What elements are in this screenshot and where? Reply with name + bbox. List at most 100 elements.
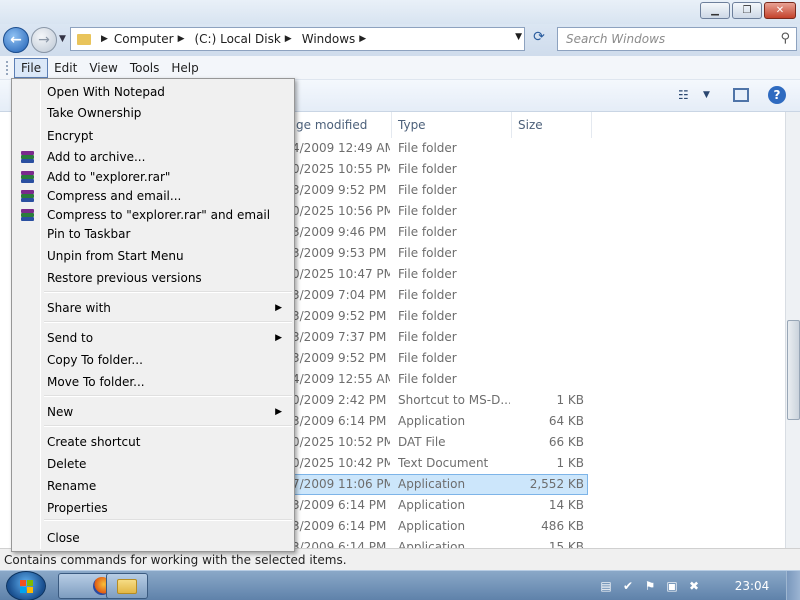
cell-type: Application bbox=[398, 414, 466, 428]
chevron-right-icon[interactable]: ▶ bbox=[101, 34, 108, 44]
column-size[interactable]: Size bbox=[512, 112, 592, 138]
back-button[interactable]: ← bbox=[3, 27, 29, 53]
toolbar-grip[interactable] bbox=[6, 60, 10, 75]
menu-help[interactable]: Help bbox=[165, 59, 204, 77]
search-input[interactable]: Search Windows bbox=[566, 32, 665, 46]
column-type[interactable]: Type bbox=[392, 112, 512, 138]
menu-item-pin-to-taskbar[interactable]: Pin to Taskbar bbox=[14, 224, 292, 245]
breadcrumb-label: Windows bbox=[301, 32, 356, 46]
change-view-icon[interactable]: ☷ bbox=[678, 88, 689, 102]
chevron-right-icon[interactable]: ▶ bbox=[359, 34, 366, 44]
menu-item-take-ownership[interactable]: Take Ownership bbox=[14, 103, 292, 124]
search-box[interactable]: Search Windows ⚲ bbox=[557, 27, 797, 51]
menu-item-create-shortcut[interactable]: Create shortcut bbox=[14, 432, 292, 453]
menu-separator bbox=[44, 395, 292, 397]
menu-item-restore-previous-versions[interactable]: Restore previous versions bbox=[14, 268, 292, 289]
menu-edit[interactable]: Edit bbox=[48, 59, 83, 77]
breadcrumb-computer[interactable]: Computer ▶ bbox=[114, 32, 195, 46]
recent-pages-dropdown[interactable]: ▼ bbox=[59, 34, 66, 44]
menu-item-label: Close bbox=[47, 531, 80, 545]
menu-item-close[interactable]: Close bbox=[14, 528, 292, 549]
menu-item-label: Add to "explorer.rar" bbox=[47, 170, 171, 184]
cell-type: Application bbox=[398, 519, 466, 533]
chevron-right-icon[interactable]: ▶ bbox=[178, 34, 185, 44]
menu-item-send-to[interactable]: Send to ▶ bbox=[14, 328, 292, 349]
view-options-dropdown[interactable]: ▼ bbox=[703, 90, 710, 100]
cell-date-modified: 4/2009 12:55 AM bbox=[292, 372, 390, 386]
menu-tools[interactable]: Tools bbox=[124, 59, 166, 77]
search-icon[interactable]: ⚲ bbox=[780, 31, 790, 46]
close-button[interactable]: ✕ bbox=[764, 2, 796, 19]
submenu-arrow-icon: ▶ bbox=[275, 303, 282, 313]
cell-date-modified: 3/2009 7:04 PM bbox=[292, 288, 387, 302]
scrollbar-thumb[interactable] bbox=[787, 320, 800, 420]
cell-size: 1 KB bbox=[556, 456, 584, 470]
network-icon[interactable]: ▣ bbox=[664, 578, 680, 594]
address-dropdown-icon[interactable]: ▼ bbox=[515, 32, 522, 42]
cell-size: 486 KB bbox=[541, 519, 584, 533]
menu-item-share-with[interactable]: Share with ▶ bbox=[14, 298, 292, 319]
help-icon[interactable]: ? bbox=[768, 86, 786, 104]
show-desktop-button[interactable] bbox=[786, 571, 800, 600]
cell-size: 1 KB bbox=[556, 393, 584, 407]
menu-item-label: Move To folder... bbox=[47, 375, 145, 389]
menu-item-add-to-explorer-rar[interactable]: Add to "explorer.rar" bbox=[14, 167, 292, 188]
menu-item-compress-to-explorer-rar-and-email[interactable]: Compress to "explorer.rar" and email bbox=[14, 205, 292, 226]
system-tray: ▤ ✔ ⚑ ▣ ✖ bbox=[598, 578, 702, 594]
breadcrumb-windows[interactable]: Windows ▶ bbox=[302, 32, 377, 46]
menu-item-label: Properties bbox=[47, 501, 108, 515]
menu-item-encrypt[interactable]: Encrypt bbox=[14, 126, 292, 147]
vertical-scrollbar[interactable] bbox=[785, 112, 800, 548]
cell-type: File folder bbox=[398, 267, 457, 281]
submenu-arrow-icon: ▶ bbox=[275, 333, 282, 343]
cell-size bbox=[512, 159, 584, 180]
cell-type: File folder bbox=[398, 246, 457, 260]
menu-item-label: Encrypt bbox=[47, 129, 94, 143]
cell-size: 64 KB bbox=[548, 414, 584, 428]
menu-item-delete[interactable]: Delete bbox=[14, 454, 292, 475]
winrar-icon bbox=[20, 189, 35, 204]
cell-date-modified: 3/2009 6:14 PM bbox=[292, 540, 387, 548]
clock[interactable]: 23:04 bbox=[732, 571, 772, 600]
flag-icon[interactable]: ⚑ bbox=[642, 578, 658, 594]
menu-item-add-to-archive[interactable]: Add to archive... bbox=[14, 147, 292, 168]
menu-separator bbox=[44, 425, 292, 427]
cell-type: File folder bbox=[398, 330, 457, 344]
document-icon[interactable]: ▤ bbox=[598, 578, 614, 594]
cell-date-modified: 3/2009 6:14 PM bbox=[292, 519, 387, 533]
menu-item-label: Copy To folder... bbox=[47, 353, 143, 367]
menu-item-move-to-folder[interactable]: Move To folder... bbox=[14, 372, 292, 393]
menu-item-label: Delete bbox=[47, 457, 87, 471]
menu-item-open-with-notepad[interactable]: Open With Notepad bbox=[14, 82, 292, 103]
cell-type: DAT File bbox=[398, 435, 446, 449]
menu-view[interactable]: View bbox=[83, 59, 123, 77]
menu-item-label: Compress and email... bbox=[47, 189, 182, 203]
taskbar-explorer[interactable] bbox=[106, 573, 148, 599]
preview-pane-icon[interactable] bbox=[733, 88, 749, 102]
cell-type: File folder bbox=[398, 225, 457, 239]
menu-item-properties[interactable]: Properties bbox=[14, 498, 292, 519]
refresh-icon[interactable]: ⟳ bbox=[528, 29, 550, 49]
menu-item-copy-to-folder[interactable]: Copy To folder... bbox=[14, 350, 292, 371]
menu-item-unpin-from-start-menu[interactable]: Unpin from Start Menu bbox=[14, 246, 292, 267]
minimize-button[interactable]: ▁ bbox=[700, 2, 730, 19]
address-bar[interactable]: ▶ Computer ▶ (C:) Local Disk ▶ Windows ▶ ▼ bbox=[70, 27, 525, 51]
chevron-right-icon[interactable]: ▶ bbox=[285, 34, 292, 44]
title-bar: ▁ ❐ ✕ bbox=[0, 0, 800, 24]
column-date-modified[interactable]: ge modified bbox=[290, 112, 392, 138]
cell-date-modified: 3/2009 9:52 PM bbox=[292, 351, 387, 365]
volume-muted-icon[interactable]: ✖ bbox=[686, 578, 702, 594]
cell-date-modified: 3/2009 9:53 PM bbox=[292, 246, 387, 260]
menu-item-rename[interactable]: Rename bbox=[14, 476, 292, 497]
menu-item-compress-and-email[interactable]: Compress and email... bbox=[14, 186, 292, 207]
start-button[interactable] bbox=[6, 571, 46, 600]
security-shield-icon[interactable]: ✔ bbox=[620, 578, 636, 594]
menu-item-new[interactable]: New ▶ bbox=[14, 402, 292, 423]
maximize-button[interactable]: ❐ bbox=[732, 2, 762, 19]
navigation-bar: ← → ▼ ▶ Computer ▶ (C:) Local Disk ▶ Windo… bbox=[0, 24, 800, 56]
forward-button[interactable]: → bbox=[31, 27, 57, 53]
menu-file[interactable]: File bbox=[14, 57, 49, 78]
breadcrumb-local-disk[interactable]: (C:) Local Disk ▶ bbox=[195, 32, 302, 46]
folder-icon bbox=[77, 33, 91, 45]
cell-size bbox=[512, 138, 584, 159]
